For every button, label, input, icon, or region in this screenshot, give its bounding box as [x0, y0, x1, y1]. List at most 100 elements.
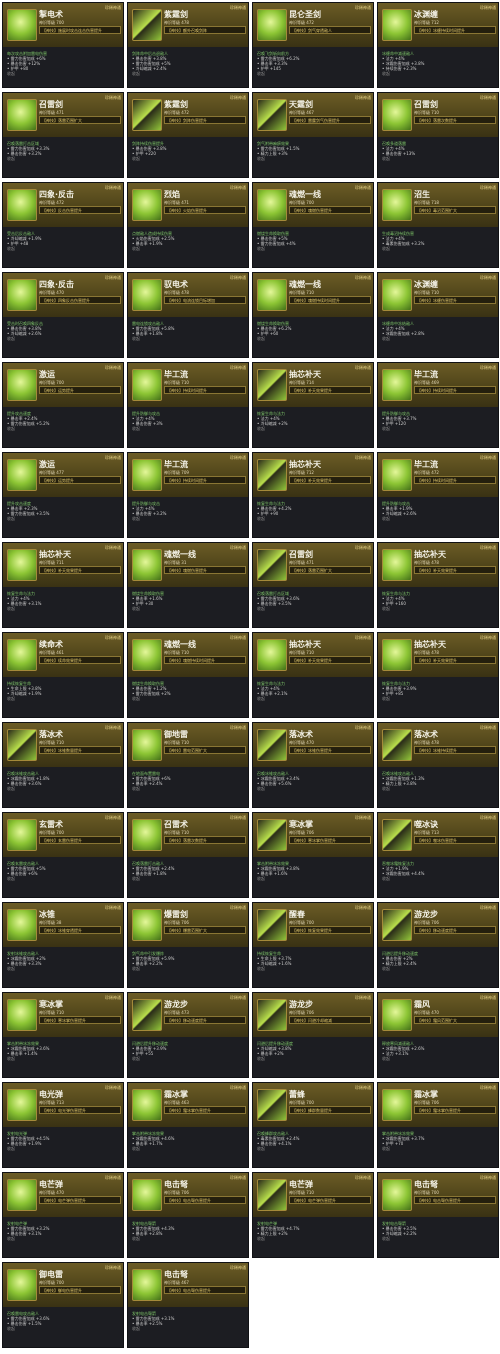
skill-card[interactable]: 四象·反击神识等级 472【神技】反击伤害提升珍稀神通受击后反击敌人冷却缩减 +…	[2, 182, 124, 268]
skill-card[interactable]: 天霆剑神识等级 467【神技】雷霆剑气伤害提升珍稀神通剑气附带麻痹效果雷力伤害加…	[252, 92, 374, 178]
skill-card[interactable]: 冰锥神识等级 38【神技】冰锥穿透提升珍稀神通发射冰锥攻击敌人冰霜伤害加成 +2…	[2, 902, 124, 988]
skill-card[interactable]: 昆仑圣剑神识等级 472【神技】剑气穿透敌人珍稀神通召唤飞剑斩向前方雷力伤害加成…	[252, 2, 374, 88]
collapse-link[interactable]: 收起	[257, 1146, 370, 1151]
collapse-link[interactable]: 收起	[7, 966, 120, 971]
skill-card[interactable]: 毕工流神识等级 709【神技】持续时间提升珍稀神通提升防御与攻击法力 +4%暴击…	[127, 452, 249, 538]
collapse-link[interactable]: 收起	[382, 336, 495, 341]
collapse-link[interactable]: 收起	[132, 1326, 245, 1331]
collapse-link[interactable]: 收起	[257, 516, 370, 521]
collapse-link[interactable]: 收起	[7, 696, 120, 701]
collapse-link[interactable]: 收起	[7, 786, 120, 791]
collapse-link[interactable]: 收起	[257, 426, 370, 431]
skill-card[interactable]: 噬冰诀神识等级 713【神技】噬冰伤害提升珍稀神通吞噬冰霜恢复法力法力 +1.9…	[377, 812, 499, 898]
skill-card[interactable]: 电击弩神识等级 467【神技】电击弩伤害提升珍稀神通发射电击弩箭雷力伤害加成 +…	[127, 1262, 249, 1348]
skill-card[interactable]: 召雷剑神识等级 471【神技】落雷范围扩大珍稀神通召唤落雷打击区域雷力伤害加成 …	[252, 542, 374, 628]
collapse-link[interactable]: 收起	[257, 156, 370, 161]
skill-card[interactable]: 电芒弹神识等级 710【神技】电芒弹伤害提升珍稀神通发射电芒弹雷力伤害加成 +4…	[252, 1172, 374, 1258]
skill-card[interactable]: 落冰术神识等级 710【神技】冰锥数量提升珍稀神通召唤冰锥攻击敌人冰霜伤害加成 …	[2, 722, 124, 808]
skill-card[interactable]: 蕾蜂神识等级 700【神技】蜂群数量提升珍稀神通召唤蜂群攻击敌人毒素伤害加成 +…	[252, 1082, 374, 1168]
collapse-link[interactable]: 收起	[7, 1146, 120, 1151]
collapse-link[interactable]: 收起	[7, 1056, 120, 1061]
collapse-link[interactable]: 收起	[132, 246, 245, 251]
collapse-link[interactable]: 收起	[257, 246, 370, 251]
skill-card[interactable]: 霜冰掌神识等级 706【神技】霜冰掌伤害提升珍稀神通掌击附带冰冻效果冰霜伤害加成…	[377, 1082, 499, 1168]
collapse-link[interactable]: 收起	[382, 426, 495, 431]
skill-card[interactable]: 游龙步神识等级 706【神技】闪避冷却缩减珍稀神通闪避后提升移动速度冷却缩减 +…	[252, 992, 374, 1078]
skill-card[interactable]: 激运神识等级 477【神技】运势提升珍稀神通提升攻击速度暴击率 +2.3%雷力伤…	[2, 452, 124, 538]
collapse-link[interactable]: 收起	[257, 966, 370, 971]
skill-card[interactable]: 玄雷术神识等级 700【神技】玄雷伤害提升珍稀神通召唤玄雷攻击敌人雷力伤害加成 …	[2, 812, 124, 898]
skill-card[interactable]: 抽芯补天神识等级 714【神技】补天效果提升珍稀神通恢复生命与法力法力 +4%冷…	[252, 362, 374, 448]
collapse-link[interactable]: 收起	[382, 696, 495, 701]
collapse-link[interactable]: 收起	[7, 606, 120, 611]
skill-card[interactable]: 游龙步神识等级 706【神技】移动速度提升珍稀神通闪避后提升移动速度暴击伤害 +…	[377, 902, 499, 988]
collapse-link[interactable]: 收起	[382, 1056, 495, 1061]
skill-card[interactable]: 电击弩神识等级 700【神技】电击弩伤害提升珍稀神通发射电击弩箭暴击伤害 +3.…	[377, 1172, 499, 1258]
collapse-link[interactable]: 收起	[257, 1056, 370, 1061]
skill-card[interactable]: 电光弹神识等级 713【神技】电光弹伤害提升珍稀神通发射电光弹雷力伤害加成 +4…	[2, 1082, 124, 1168]
collapse-link[interactable]: 收起	[132, 1236, 245, 1241]
skill-card[interactable]: 毕工流神识等级 469【神技】持续时间提升珍稀神通提升防御与攻击暴击伤害 +3.…	[377, 362, 499, 448]
skill-card[interactable]: 毕工流神识等级 710【神技】持续时间提升珍稀神通提升防御与攻击法力 +4%暴击…	[127, 362, 249, 448]
collapse-link[interactable]: 收起	[132, 966, 245, 971]
collapse-link[interactable]: 收起	[382, 1236, 495, 1241]
collapse-link[interactable]: 收起	[132, 516, 245, 521]
skill-card[interactable]: 寒冰掌神识等级 710【神技】寒冰掌伤害提升珍稀神通掌击附带冰冻效果冰霜伤害加成…	[2, 992, 124, 1078]
skill-card[interactable]: 冰渊缠神识等级 710【神技】冰缠伤害提升珍稀神通冰缠命中冻结敌人法力 +4%冰…	[377, 272, 499, 358]
skill-card[interactable]: 魂燃一线神识等级 700【神技】魂燃伤害提升珍稀神通燃烧生命换取伤害暴击伤害 +…	[252, 182, 374, 268]
skill-card[interactable]: 抽芯补天神识等级 478【神技】补天效果提升珍稀神通恢复生命与法力暴击伤害 +3…	[377, 632, 499, 718]
skill-card[interactable]: 紫霆剑神识等级 472【神技】剑阵伤害提升珍稀神通剑阵持续伤害提升暴击伤害 +3…	[127, 92, 249, 178]
skill-card[interactable]: 霜冰掌神识等级 463【神技】霜冰掌伤害提升珍稀神通掌击附带冰冻效果冰霜伤害加成…	[127, 1082, 249, 1168]
collapse-link[interactable]: 收起	[257, 606, 370, 611]
collapse-link[interactable]: 收起	[382, 516, 495, 521]
collapse-link[interactable]: 收起	[7, 246, 120, 251]
skill-card[interactable]: 冰渊缠神识等级 712【神技】冰缠持续时间提升珍稀神通冰缠命中减速敌人法力 +4…	[377, 2, 499, 88]
collapse-link[interactable]: 收起	[382, 156, 495, 161]
skill-card[interactable]: 四象·反击神识等级 470【神技】四象反击伤害提升珍稀神通受击时召唤四象反击暴击…	[2, 272, 124, 358]
skill-card[interactable]: 紫霆剑神识等级 478【神技】额外召唤剑阵珍稀神通剑阵命中后击退敌人暴击伤害 +…	[127, 2, 249, 88]
collapse-link[interactable]: 收起	[132, 876, 245, 881]
skill-card[interactable]: 魂燃一线神识等级 710【神技】魂燃持续时间提升珍稀神通燃烧生命换取伤害暴击伤害…	[252, 272, 374, 358]
skill-card[interactable]: 寒冰掌神识等级 706【神技】寒冰掌伤害提升珍稀神通掌击附带冰冻效果冰霜伤害加成…	[252, 812, 374, 898]
skill-card[interactable]: 抽芯补天神识等级 478【神技】补天效果提升珍稀神通恢复生命与法力法力 +4%护…	[377, 542, 499, 628]
collapse-link[interactable]: 收起	[257, 71, 370, 76]
skill-card[interactable]: 电芒弹神识等级 470【神技】电芒弹伤害提升珍稀神通发射电芒弹雷力伤害加成 +3…	[2, 1172, 124, 1258]
collapse-link[interactable]: 收起	[132, 336, 245, 341]
collapse-link[interactable]: 收起	[7, 71, 120, 76]
collapse-link[interactable]: 收起	[382, 876, 495, 881]
collapse-link[interactable]: 收起	[382, 71, 495, 76]
collapse-link[interactable]: 收起	[132, 786, 245, 791]
skill-card[interactable]: 御地雷神识等级 710【神技】雷电范围扩大珍稀神通在地面布置雷电雷力伤害加成 +…	[127, 722, 249, 808]
collapse-link[interactable]: 收起	[132, 71, 245, 76]
collapse-link[interactable]: 收起	[132, 426, 245, 431]
collapse-link[interactable]: 收起	[7, 336, 120, 341]
skill-card[interactable]: 抽芯补天神识等级 712【神技】补天效果提升珍稀神通恢复生命与法力暴击伤害 +4…	[252, 452, 374, 538]
collapse-link[interactable]: 收起	[132, 1056, 245, 1061]
collapse-link[interactable]: 收起	[132, 1146, 245, 1151]
skill-card[interactable]: 激运神识等级 700【神技】运势提升珍稀神通提升攻击速度暴击率 +2.4%雷力伤…	[2, 362, 124, 448]
skill-card[interactable]: 召雷剑神识等级 471【神技】落雷范围扩大珍稀神通召唤落雷打击区域雷力伤害加成 …	[2, 92, 124, 178]
collapse-link[interactable]: 收起	[7, 876, 120, 881]
skill-card[interactable]: 爆雷剑神识等级 706【神技】爆雷范围扩大珍稀神通剑气命中引发爆炸雷力伤害加成 …	[127, 902, 249, 988]
collapse-link[interactable]: 收起	[257, 786, 370, 791]
collapse-link[interactable]: 收起	[257, 1236, 370, 1241]
skill-card[interactable]: 抽芯补天神识等级 710【神技】补天效果提升珍稀神通恢复生命与法力法力 +4%暴…	[252, 632, 374, 718]
skill-card[interactable]: 毕工流神识等级 472【神技】持续时间提升珍稀神通提升防御与攻击暴击率 +1.9…	[377, 452, 499, 538]
skill-card[interactable]: 醒春神识等级 700【神技】恢复效果提升珍稀神通持续恢复生命生命上限 +3.7%…	[252, 902, 374, 988]
skill-card[interactable]: 霜风神识等级 470【神技】霜风范围扩大珍稀神通释放寒风减速敌人冰霜伤害加成 +…	[377, 992, 499, 1078]
skill-card[interactable]: 魂燃一线神识等级 710【神技】魂燃持续时间提升珍稀神通燃烧生命换取伤害暴击伤害…	[127, 632, 249, 718]
skill-card[interactable]: 召雷术神识等级 710【神技】落雷次数提升珍稀神通召唤落雷打击敌人雷力伤害加成 …	[127, 812, 249, 898]
collapse-link[interactable]: 收起	[132, 606, 245, 611]
collapse-link[interactable]: 收起	[382, 1146, 495, 1151]
collapse-link[interactable]: 收起	[7, 1326, 120, 1331]
skill-card[interactable]: 游龙步神识等级 473【神技】移动速度提升珍稀神通闪避后提升移动速度暴击伤害 +…	[127, 992, 249, 1078]
skill-card[interactable]: 召雷剑神识等级 710【神技】落雷次数提升珍稀神通召唤多道落雷法力 +4%暴击伤…	[377, 92, 499, 178]
skill-card[interactable]: 续命术神识等级 461【神技】续命效果提升珍稀神通持续恢复生命生命上限 +3.8…	[2, 632, 124, 718]
collapse-link[interactable]: 收起	[132, 696, 245, 701]
collapse-link[interactable]: 收起	[7, 1236, 120, 1241]
skill-card[interactable]: 电击弩神识等级 706【神技】电击弩伤害提升珍稀神通发射电击弩箭雷力伤害加成 +…	[127, 1172, 249, 1258]
skill-card[interactable]: 抽芯补天神识等级 711【神技】补天效果提升珍稀神通恢复生命与法力法力 +4%暴…	[2, 542, 124, 628]
collapse-link[interactable]: 收起	[382, 966, 495, 971]
collapse-link[interactable]: 收起	[382, 606, 495, 611]
collapse-link[interactable]: 收起	[257, 336, 370, 341]
